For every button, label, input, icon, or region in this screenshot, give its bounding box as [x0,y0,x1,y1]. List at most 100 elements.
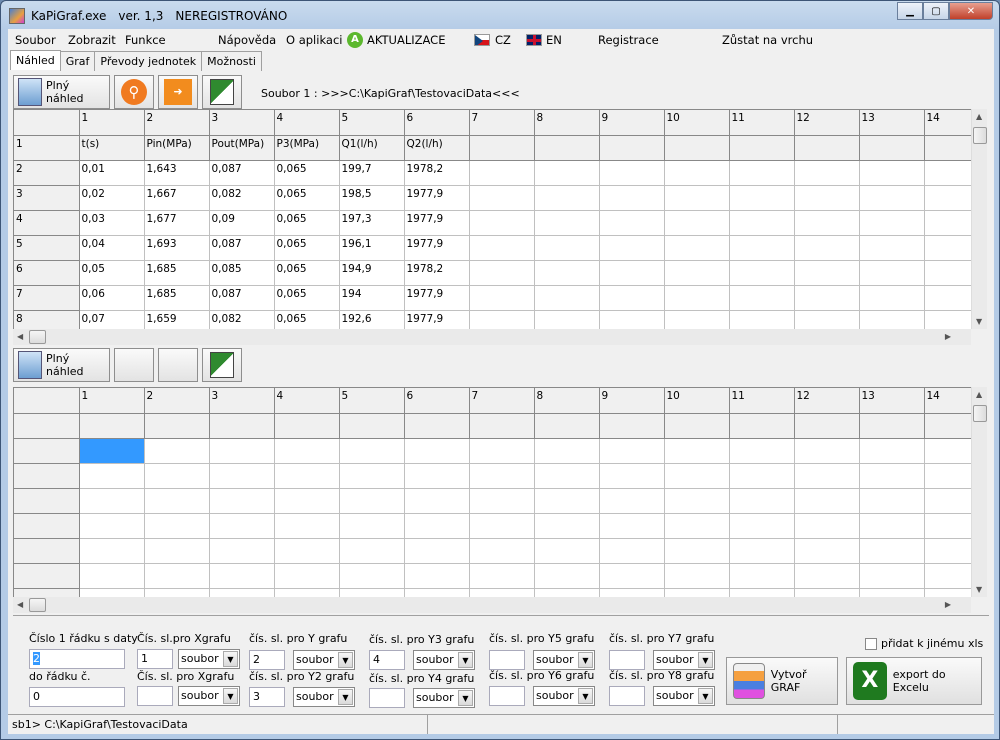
grid-cell[interactable] [404,438,470,464]
y5-input[interactable] [489,650,525,670]
grid-cell[interactable] [469,260,535,286]
grid-cell[interactable] [144,563,210,589]
grid-cell[interactable] [924,463,971,489]
grid-cell[interactable] [274,538,340,564]
grid-cell[interactable] [859,563,925,589]
grid-cell[interactable] [664,463,730,489]
column-header[interactable]: 2 [144,388,210,414]
grid-cell[interactable] [794,488,860,514]
grid-cell[interactable] [339,588,405,597]
grid-cell[interactable] [469,563,535,589]
grid-cell[interactable] [664,413,730,439]
grid-cell[interactable] [599,135,665,161]
grid-cell[interactable]: Pout(MPa) [209,135,275,161]
grid-cell[interactable] [859,463,925,489]
excel-import-button[interactable] [202,75,242,109]
grid-cell[interactable] [599,160,665,186]
grid-cell[interactable] [469,285,535,311]
grid-cell[interactable] [729,463,795,489]
grid-cell[interactable] [599,210,665,236]
grid-cell[interactable] [729,438,795,464]
grid-cell[interactable] [664,135,730,161]
y5-file-select[interactable]: soubor 1 ▼ [533,650,595,670]
grid-cell[interactable] [859,185,925,211]
grid-cell[interactable]: 0,082 [209,310,275,329]
grid-cell[interactable] [469,310,535,329]
minimize-button[interactable]: ▁ [897,2,923,20]
grid-cell[interactable] [469,413,535,439]
maximize-button[interactable]: ▢ [923,2,949,20]
grid-cell[interactable]: Q1(l/h) [339,135,405,161]
grid-cell[interactable] [469,588,535,597]
grid-cell[interactable] [339,438,405,464]
tab-nahled[interactable]: Náhled [10,50,61,70]
grid-cell[interactable] [664,285,730,311]
grid-cell[interactable] [274,413,340,439]
row-header[interactable]: 2 [14,160,80,186]
grid-cell[interactable] [599,563,665,589]
grid-cell[interactable]: 1,677 [144,210,210,236]
grid-cell[interactable] [274,488,340,514]
grid-cell[interactable] [144,513,210,539]
row-header[interactable] [14,563,80,589]
grid-cell[interactable] [404,413,470,439]
grid-cell[interactable] [404,513,470,539]
grid-cell[interactable] [729,538,795,564]
grid-cell[interactable] [534,463,600,489]
column-header[interactable]: 13 [859,388,925,414]
column-header[interactable]: 13 [859,110,925,136]
grid-cell[interactable] [664,538,730,564]
grid-cell[interactable] [469,513,535,539]
grid-cell[interactable] [469,160,535,186]
grid-cell[interactable] [534,538,600,564]
vertical-scrollbar-bottom[interactable]: ▲ ▼ [971,387,987,597]
column-header[interactable]: 11 [729,110,795,136]
grid-cell[interactable] [599,438,665,464]
row-header[interactable]: 4 [14,210,80,236]
y8-input[interactable] [609,686,645,706]
grid-cell[interactable] [534,310,600,329]
column-header[interactable]: 7 [469,388,535,414]
y6-file-select[interactable]: soubor 1 ▼ [533,686,595,706]
tab-graf[interactable]: Graf [59,51,96,71]
grid-cell[interactable] [664,310,730,329]
grid-cell[interactable] [469,185,535,211]
grid-cell[interactable] [404,563,470,589]
grid-cell[interactable]: 0,087 [209,235,275,261]
column-header[interactable]: 11 [729,388,795,414]
grid-cell[interactable] [469,135,535,161]
grid-cell[interactable] [534,160,600,186]
grid-cell[interactable] [534,413,600,439]
grid-cell[interactable] [794,135,860,161]
tab-moznosti[interactable]: Možnosti [201,51,262,71]
column-header[interactable]: 4 [274,110,340,136]
grid-cell[interactable] [209,438,275,464]
grid-cell[interactable] [794,563,860,589]
x2-file-select[interactable]: soubor 1 ▼ [178,686,240,706]
grid-cell[interactable] [469,235,535,261]
grid-cell[interactable] [664,563,730,589]
grid-cell[interactable] [729,160,795,186]
row-header[interactable] [14,463,80,489]
grid-cell[interactable]: 197,3 [339,210,405,236]
grid-cell[interactable] [924,513,971,539]
grid-cell[interactable] [144,463,210,489]
column-header[interactable]: 6 [404,110,470,136]
grid-cell[interactable] [794,285,860,311]
grid-cell[interactable] [729,260,795,286]
grid-cell[interactable] [924,488,971,514]
grid-cell[interactable] [599,185,665,211]
grid-cell[interactable] [729,413,795,439]
grid-cell[interactable] [794,588,860,597]
grid-cell[interactable] [924,135,971,161]
grid-cell[interactable]: 0,01 [79,160,145,186]
grid-cell[interactable] [404,588,470,597]
grid-cell[interactable] [144,538,210,564]
y7-file-select[interactable]: soubor 1 ▼ [653,650,715,670]
grid-cell[interactable] [599,588,665,597]
grid-cell[interactable] [924,588,971,597]
horizontal-scrollbar-top[interactable]: ◀ ▶ [13,329,971,345]
grid-cell[interactable]: 0,087 [209,160,275,186]
grid-cell[interactable] [144,438,210,464]
grid-cell[interactable] [274,588,340,597]
